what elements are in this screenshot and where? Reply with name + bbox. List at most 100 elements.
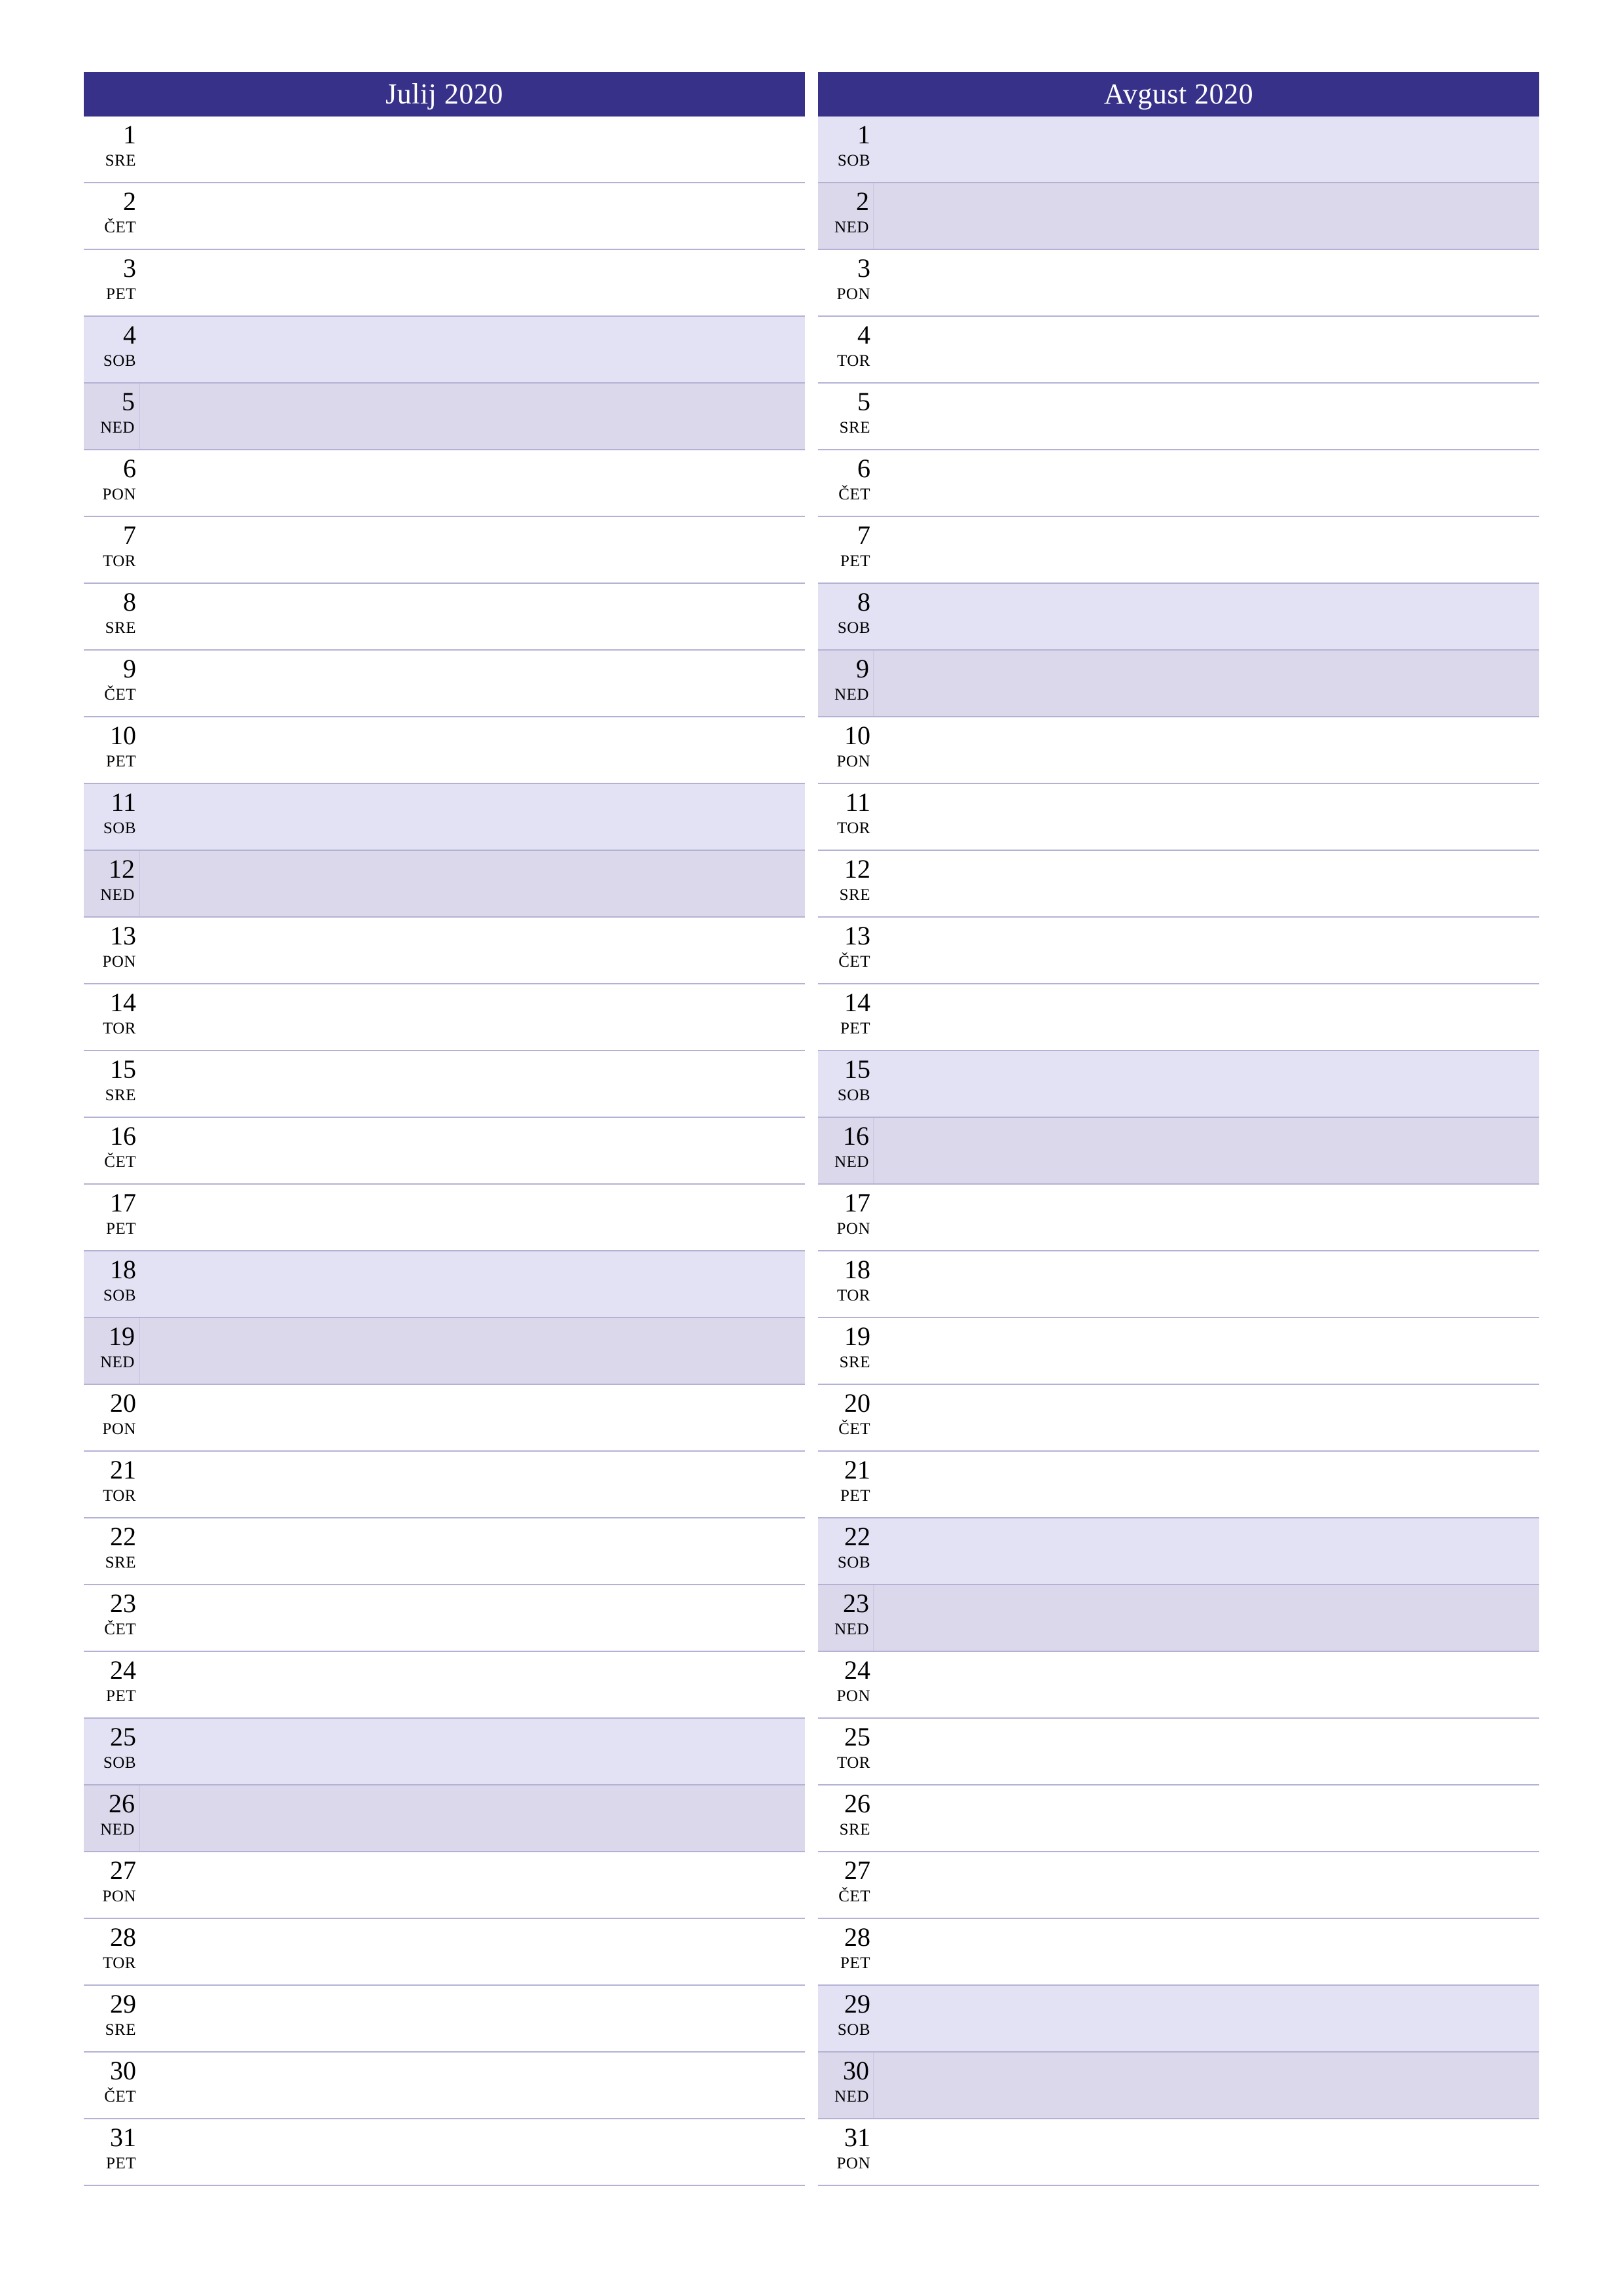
day-row[interactable]: 12 SRE <box>818 851 1539 918</box>
day-row[interactable]: 26 NED <box>84 1785 805 1852</box>
day-row[interactable]: 29 SRE <box>84 1986 805 2053</box>
note-writing-area[interactable] <box>874 384 1539 449</box>
day-row[interactable]: 23 NED <box>818 1585 1539 1652</box>
note-writing-area[interactable] <box>140 1251 805 1317</box>
note-writing-area[interactable] <box>140 2119 805 2185</box>
note-writing-area[interactable] <box>140 1986 805 2051</box>
note-writing-area[interactable] <box>874 1051 1539 1117</box>
note-writing-area[interactable] <box>140 183 805 249</box>
note-writing-area[interactable] <box>140 1452 805 1517</box>
note-writing-area[interactable] <box>140 784 805 850</box>
day-row[interactable]: 1 SRE <box>84 117 805 183</box>
day-row[interactable]: 6 PON <box>84 450 805 517</box>
day-row[interactable]: 16 ČET <box>84 1118 805 1185</box>
note-writing-area[interactable] <box>140 1185 805 1250</box>
day-row[interactable]: 30 NED <box>818 2053 1539 2119</box>
note-writing-area[interactable] <box>140 2053 805 2118</box>
note-writing-area[interactable] <box>140 117 805 182</box>
note-writing-area[interactable] <box>140 384 805 449</box>
note-writing-area[interactable] <box>140 984 805 1050</box>
day-row[interactable]: 28 PET <box>818 1919 1539 1986</box>
day-row[interactable]: 21 TOR <box>84 1452 805 1518</box>
day-row[interactable]: 4 SOB <box>84 317 805 384</box>
note-writing-area[interactable] <box>140 1051 805 1117</box>
note-writing-area[interactable] <box>140 1385 805 1450</box>
note-writing-area[interactable] <box>874 651 1539 716</box>
note-writing-area[interactable] <box>140 1652 805 1717</box>
day-row[interactable]: 25 SOB <box>84 1719 805 1785</box>
day-row[interactable]: 25 TOR <box>818 1719 1539 1785</box>
note-writing-area[interactable] <box>874 1585 1539 1651</box>
day-row[interactable]: 2 ČET <box>84 183 805 250</box>
note-writing-area[interactable] <box>140 1852 805 1918</box>
day-row[interactable]: 5 SRE <box>818 384 1539 450</box>
day-row[interactable]: 26 SRE <box>818 1785 1539 1852</box>
note-writing-area[interactable] <box>874 450 1539 516</box>
note-writing-area[interactable] <box>874 584 1539 649</box>
day-row[interactable]: 14 TOR <box>84 984 805 1051</box>
day-row[interactable]: 17 PON <box>818 1185 1539 1251</box>
day-row[interactable]: 13 ČET <box>818 918 1539 984</box>
note-writing-area[interactable] <box>874 1986 1539 2051</box>
note-writing-area[interactable] <box>140 517 805 583</box>
note-writing-area[interactable] <box>140 1919 805 1984</box>
note-writing-area[interactable] <box>874 984 1539 1050</box>
day-row[interactable]: 28 TOR <box>84 1919 805 1986</box>
day-row[interactable]: 27 PON <box>84 1852 805 1919</box>
day-row[interactable]: 29 SOB <box>818 1986 1539 2053</box>
day-row[interactable]: 31 PON <box>818 2119 1539 2186</box>
day-row[interactable]: 23 ČET <box>84 1585 805 1652</box>
day-row[interactable]: 18 SOB <box>84 1251 805 1318</box>
note-writing-area[interactable] <box>140 651 805 716</box>
note-writing-area[interactable] <box>140 1719 805 1784</box>
note-writing-area[interactable] <box>874 1318 1539 1384</box>
note-writing-area[interactable] <box>874 1719 1539 1784</box>
note-writing-area[interactable] <box>874 517 1539 583</box>
note-writing-area[interactable] <box>874 717 1539 783</box>
note-writing-area[interactable] <box>874 2119 1539 2185</box>
day-row[interactable]: 22 SRE <box>84 1518 805 1585</box>
note-writing-area[interactable] <box>874 784 1539 850</box>
note-writing-area[interactable] <box>140 1518 805 1584</box>
note-writing-area[interactable] <box>140 1118 805 1183</box>
day-row[interactable]: 10 PET <box>84 717 805 784</box>
day-row[interactable]: 13 PON <box>84 918 805 984</box>
day-row[interactable]: 19 NED <box>84 1318 805 1385</box>
day-row[interactable]: 3 PET <box>84 250 805 317</box>
note-writing-area[interactable] <box>874 2053 1539 2118</box>
day-row[interactable]: 9 NED <box>818 651 1539 717</box>
day-row[interactable]: 1 SOB <box>818 117 1539 183</box>
note-writing-area[interactable] <box>140 1585 805 1651</box>
day-row[interactable]: 14 PET <box>818 984 1539 1051</box>
day-row[interactable]: 6 ČET <box>818 450 1539 517</box>
note-writing-area[interactable] <box>874 1652 1539 1717</box>
day-row[interactable]: 10 PON <box>818 717 1539 784</box>
note-writing-area[interactable] <box>874 1185 1539 1250</box>
day-row[interactable]: 20 PON <box>84 1385 805 1452</box>
note-writing-area[interactable] <box>874 250 1539 315</box>
day-row[interactable]: 15 SRE <box>84 1051 805 1118</box>
day-row[interactable]: 27 ČET <box>818 1852 1539 1919</box>
note-writing-area[interactable] <box>874 918 1539 983</box>
note-writing-area[interactable] <box>874 1118 1539 1183</box>
day-row[interactable]: 12 NED <box>84 851 805 918</box>
day-row[interactable]: 3 PON <box>818 250 1539 317</box>
day-row[interactable]: 30 ČET <box>84 2053 805 2119</box>
note-writing-area[interactable] <box>874 117 1539 182</box>
day-row[interactable]: 31 PET <box>84 2119 805 2186</box>
note-writing-area[interactable] <box>140 317 805 382</box>
note-writing-area[interactable] <box>874 1385 1539 1450</box>
day-row[interactable]: 16 NED <box>818 1118 1539 1185</box>
note-writing-area[interactable] <box>140 1785 805 1851</box>
day-row[interactable]: 24 PET <box>84 1652 805 1719</box>
note-writing-area[interactable] <box>140 851 805 916</box>
day-row[interactable]: 15 SOB <box>818 1051 1539 1118</box>
note-writing-area[interactable] <box>874 851 1539 916</box>
day-row[interactable]: 8 SOB <box>818 584 1539 651</box>
note-writing-area[interactable] <box>140 584 805 649</box>
day-row[interactable]: 7 TOR <box>84 517 805 584</box>
day-row[interactable]: 8 SRE <box>84 584 805 651</box>
day-row[interactable]: 19 SRE <box>818 1318 1539 1385</box>
note-writing-area[interactable] <box>874 1785 1539 1851</box>
day-row[interactable]: 18 TOR <box>818 1251 1539 1318</box>
